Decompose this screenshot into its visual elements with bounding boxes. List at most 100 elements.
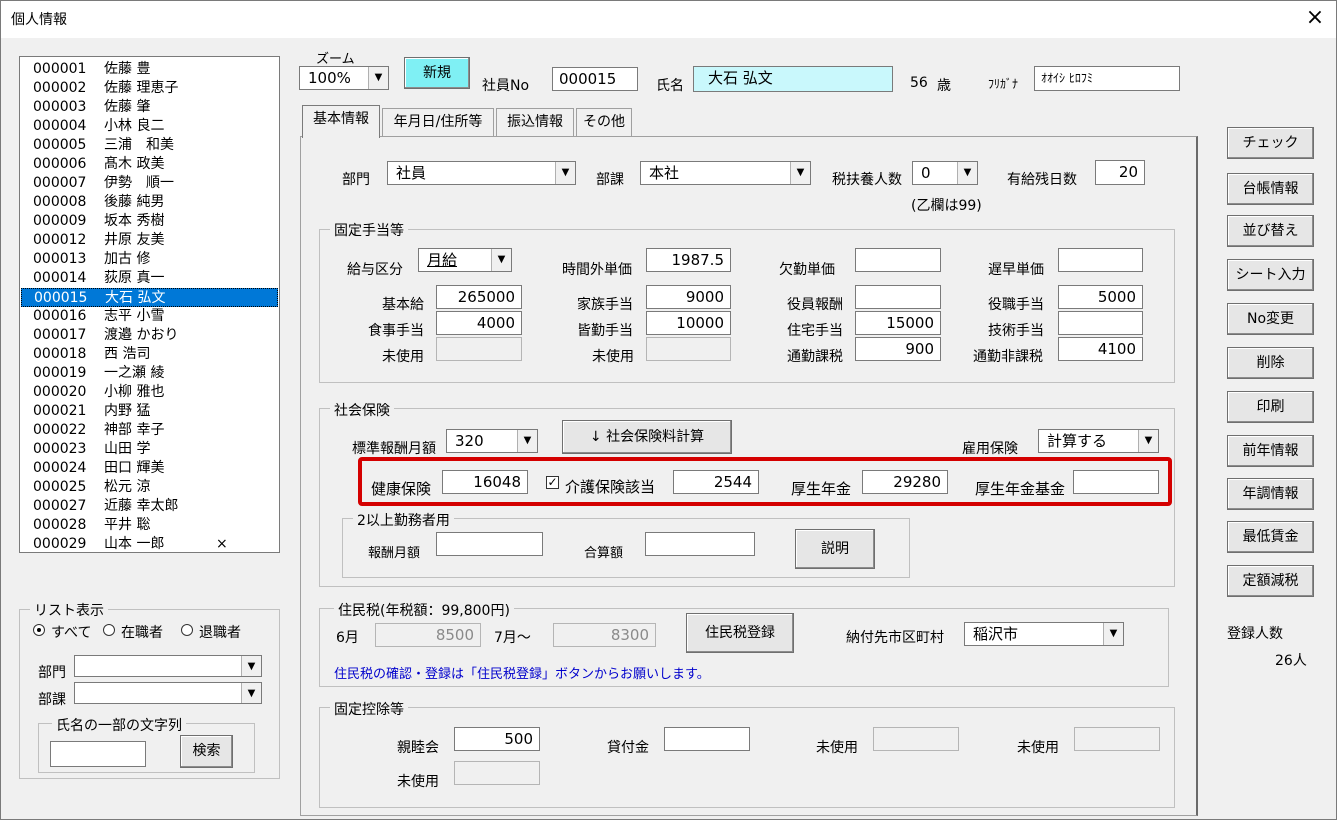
list-item[interactable]: 000025 松元 涼: [21, 478, 278, 497]
employee-name: 山本 一郎: [104, 536, 165, 552]
employee-name: 田口 輝美: [104, 460, 165, 476]
overtime-field[interactable]: 1987.5: [646, 248, 731, 272]
kana-field[interactable]: ｵｵｲｼ ﾋﾛﾌﾐ: [1034, 66, 1180, 91]
list-item[interactable]: 000008 後藤 純男: [21, 193, 278, 212]
list-item[interactable]: 000024 田口 輝美: [21, 459, 278, 478]
list-item[interactable]: 000021 内野 猛: [21, 402, 278, 421]
employee-name: 井原 友美: [104, 232, 165, 248]
tab-transfer[interactable]: 振込情報: [496, 108, 574, 136]
radio-all[interactable]: [33, 624, 45, 636]
employee-name: 坂本 秀樹: [104, 213, 165, 229]
employment-select[interactable]: 計算する ▼: [1038, 429, 1159, 453]
list-item[interactable]: 000014 荻原 真一: [21, 269, 278, 288]
partial-name-input[interactable]: [50, 741, 146, 767]
absence-field[interactable]: [855, 248, 941, 272]
delete-button[interactable]: 削除: [1227, 347, 1314, 379]
loan-label: 貸付金: [607, 740, 649, 756]
list-item[interactable]: 000019 一之瀬 綾: [21, 364, 278, 383]
dept-select[interactable]: 社員 ▼: [387, 161, 576, 185]
min-wage-button[interactable]: 最低賃金: [1227, 521, 1314, 553]
officer-field[interactable]: [855, 285, 941, 309]
meal-field[interactable]: 4000: [436, 311, 522, 335]
city-value: 稲沢市: [973, 625, 1019, 643]
search-button[interactable]: 検索: [180, 735, 233, 768]
list-item[interactable]: 000005 三浦 和美: [21, 136, 278, 155]
position-field[interactable]: 5000: [1058, 285, 1143, 309]
sheet-input-button[interactable]: シート入力: [1227, 259, 1314, 291]
sort-button[interactable]: 並び替え: [1227, 215, 1314, 247]
list-item[interactable]: 000018 西 浩司: [21, 345, 278, 364]
skill-field[interactable]: [1058, 311, 1143, 335]
close-icon[interactable]: ×: [1300, 3, 1330, 33]
loan-field[interactable]: [664, 727, 750, 751]
list-item[interactable]: 000029 山本 一郎 ×: [21, 535, 278, 552]
calc-insurance-button[interactable]: ↓ 社会保険料計算: [562, 420, 732, 454]
radio-active[interactable]: [103, 624, 115, 636]
list-item[interactable]: 000020 小柳 雅也: [21, 383, 278, 402]
list-item[interactable]: 000016 志平 小雪: [21, 307, 278, 326]
list-section-select[interactable]: ▼: [74, 682, 262, 704]
list-item[interactable]: 000006 髙木 政美: [21, 155, 278, 174]
paid-leave-field[interactable]: 20: [1095, 160, 1145, 185]
resident-tax-register-button[interactable]: 住民税登録: [686, 613, 794, 653]
dept-label: 部門: [342, 172, 370, 188]
std-select[interactable]: 320 ▼: [446, 429, 538, 453]
chevron-down-icon: ▼: [368, 67, 388, 89]
list-item[interactable]: 000028 平井 聡: [21, 516, 278, 535]
pay-type-select[interactable]: 月給 ▼: [418, 248, 512, 272]
base-field[interactable]: 265000: [436, 285, 522, 309]
housing-field[interactable]: 15000: [855, 311, 941, 335]
list-item[interactable]: 000012 井原 友美: [21, 231, 278, 250]
radio-active-label: 在職者: [121, 625, 163, 641]
radio-retired[interactable]: [181, 624, 193, 636]
zoom-select[interactable]: 100% ▼: [299, 66, 389, 90]
employee-name: 荻原 真一: [104, 270, 165, 286]
empno-field[interactable]: 000015: [552, 67, 638, 91]
tab-dates-address[interactable]: 年月日/住所等: [382, 108, 494, 136]
list-item[interactable]: 000002 佐藤 理恵子: [21, 79, 278, 98]
employee-name: 内野 猛: [104, 403, 151, 419]
employee-name: 伊勢 順一: [104, 175, 174, 191]
check-button[interactable]: チェック: [1227, 127, 1314, 159]
print-button[interactable]: 印刷: [1227, 391, 1314, 423]
list-item[interactable]: 000027 近藤 幸太郎: [21, 497, 278, 516]
list-item[interactable]: 000009 坂本 秀樹: [21, 212, 278, 231]
list-item[interactable]: 000001 佐藤 豊: [21, 60, 278, 79]
late-field[interactable]: [1058, 248, 1143, 272]
employee-name: 西 浩司: [104, 346, 151, 362]
fixed-tax-reduction-button[interactable]: 定額減税: [1227, 565, 1314, 597]
section-select[interactable]: 本社 ▼: [640, 161, 811, 185]
list-dept-select[interactable]: ▼: [74, 655, 262, 677]
list-item[interactable]: 000013 加古 修: [21, 250, 278, 269]
list-item[interactable]: 000007 伊勢 順一: [21, 174, 278, 193]
tab-other[interactable]: その他: [576, 108, 632, 136]
list-item[interactable]: 000004 小林 良二: [21, 117, 278, 136]
attendance-field[interactable]: 10000: [646, 311, 731, 335]
employee-name: 髙木 政美: [104, 156, 165, 172]
social-club-field[interactable]: 500: [454, 727, 540, 751]
new-button[interactable]: 新規: [404, 57, 470, 89]
explain-button[interactable]: 説明: [795, 529, 875, 569]
no-change-button[interactable]: No変更: [1227, 303, 1314, 335]
employee-list[interactable]: 000001 佐藤 豊 000002 佐藤 理恵子 000003 佐藤 肇 000004 小林…: [19, 56, 280, 553]
year-end-button[interactable]: 年調情報: [1227, 478, 1314, 510]
multi-total-field[interactable]: [645, 532, 755, 556]
city-select[interactable]: 稲沢市 ▼: [964, 622, 1124, 646]
pay-type-label: 給与区分: [347, 262, 403, 278]
list-item[interactable]: 000017 渡邉 かおり: [21, 326, 278, 345]
city-label: 納付先市区町村: [846, 630, 944, 646]
tab-basic[interactable]: 基本情報: [302, 105, 380, 138]
commute-nontax-field[interactable]: 4100: [1058, 337, 1143, 361]
multi-pay-field[interactable]: [436, 532, 543, 556]
name-field[interactable]: 大石 弘文: [693, 66, 893, 92]
list-item[interactable]: 000022 神部 幸子: [21, 421, 278, 440]
family-field[interactable]: 9000: [646, 285, 731, 309]
ded-unused2-field: [1074, 727, 1160, 751]
list-item[interactable]: 000015 大石 弘文: [21, 288, 278, 307]
list-item[interactable]: 000003 佐藤 肇: [21, 98, 278, 117]
commute-tax-field[interactable]: 900: [855, 337, 941, 361]
list-item[interactable]: 000023 山田 学: [21, 440, 278, 459]
prev-year-button[interactable]: 前年情報: [1227, 435, 1314, 467]
ledger-button[interactable]: 台帳情報: [1227, 173, 1314, 205]
dependents-select[interactable]: 0 ▼: [912, 161, 978, 185]
